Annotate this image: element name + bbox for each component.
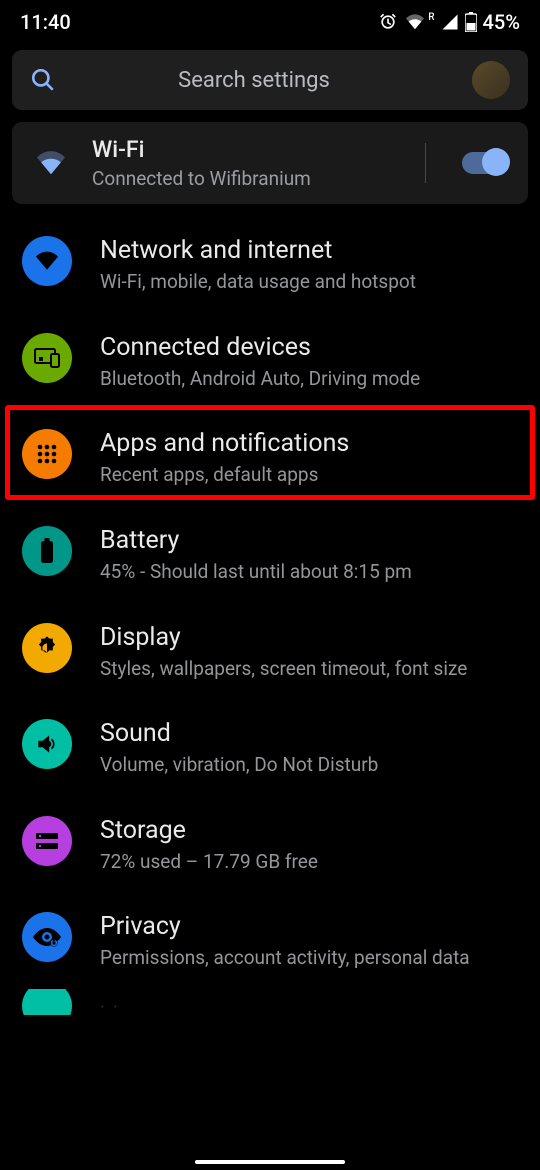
item-display[interactable]: Display Styles, wallpapers, screen timeo… bbox=[0, 603, 540, 700]
item-title: Display bbox=[100, 623, 518, 652]
search-placeholder: Search settings bbox=[56, 68, 452, 93]
item-title: · · bbox=[100, 997, 518, 1016]
wifi-icon bbox=[33, 250, 61, 272]
item-network-internet[interactable]: Network and internet Wi-Fi, mobile, data… bbox=[0, 216, 540, 313]
item-title: Network and internet bbox=[100, 236, 518, 265]
settings-list: Network and internet Wi-Fi, mobile, data… bbox=[0, 216, 540, 1015]
item-title: Battery bbox=[100, 526, 518, 555]
privacy-eye-icon bbox=[32, 926, 62, 948]
item-subtitle: Bluetooth, Android Auto, Driving mode bbox=[100, 366, 518, 392]
item-location[interactable]: · · bbox=[0, 989, 540, 1015]
wifi-icon bbox=[33, 149, 69, 177]
item-subtitle: Recent apps, default apps bbox=[100, 462, 518, 488]
item-battery[interactable]: Battery 45% - Should last until about 8:… bbox=[0, 506, 540, 603]
status-bar: 11:40 R 45% bbox=[0, 0, 540, 42]
avatar[interactable] bbox=[472, 61, 510, 99]
apps-grid-icon bbox=[35, 442, 59, 466]
wifi-toggle[interactable] bbox=[462, 152, 508, 174]
status-time: 11:40 bbox=[20, 10, 71, 34]
wifi-quick-card[interactable]: Wi-Fi Connected to Wifibranium bbox=[12, 122, 528, 204]
storage-icon bbox=[34, 831, 60, 851]
sound-icon bbox=[34, 731, 60, 757]
item-sound[interactable]: Sound Volume, vibration, Do Not Disturb bbox=[0, 699, 540, 796]
wifi-card-title: Wi-Fi bbox=[92, 136, 403, 163]
wifi-card-subtitle: Connected to Wifibranium bbox=[92, 167, 403, 190]
item-connected-devices[interactable]: Connected devices Bluetooth, Android Aut… bbox=[0, 313, 540, 410]
brightness-icon bbox=[33, 634, 61, 662]
item-privacy[interactable]: Privacy Permissions, account activity, p… bbox=[0, 892, 540, 989]
divider bbox=[425, 143, 426, 183]
item-subtitle: Wi-Fi, mobile, data usage and hotspot bbox=[100, 269, 518, 295]
item-subtitle: Permissions, account activity, personal … bbox=[100, 945, 518, 971]
signal-superscript: R bbox=[428, 12, 434, 23]
wifi-status-icon bbox=[404, 13, 426, 31]
item-subtitle: 45% - Should last until about 8:15 pm bbox=[100, 559, 518, 585]
item-title: Apps and notifications bbox=[100, 429, 518, 458]
battery-percentage: 45% bbox=[483, 10, 520, 34]
item-title: Sound bbox=[100, 719, 518, 748]
item-subtitle: 72% used – 17.79 GB free bbox=[100, 849, 518, 875]
item-subtitle: Volume, vibration, Do Not Disturb bbox=[100, 752, 518, 778]
status-icons: R 45% bbox=[378, 10, 520, 34]
item-title: Privacy bbox=[100, 912, 518, 941]
search-icon bbox=[30, 67, 56, 93]
item-title: Connected devices bbox=[100, 333, 518, 362]
item-storage[interactable]: Storage 72% used – 17.79 GB free bbox=[0, 796, 540, 893]
battery-icon bbox=[465, 12, 477, 32]
signal-icon bbox=[441, 13, 459, 31]
nav-handle[interactable] bbox=[195, 1160, 345, 1164]
alarm-icon bbox=[378, 12, 398, 32]
item-title: Storage bbox=[100, 816, 518, 845]
devices-icon bbox=[33, 347, 61, 369]
battery-icon bbox=[40, 538, 54, 564]
search-bar[interactable]: Search settings bbox=[12, 50, 528, 110]
item-subtitle: Styles, wallpapers, screen timeout, font… bbox=[100, 656, 518, 682]
item-apps-notifications[interactable]: Apps and notifications Recent apps, defa… bbox=[0, 409, 540, 506]
